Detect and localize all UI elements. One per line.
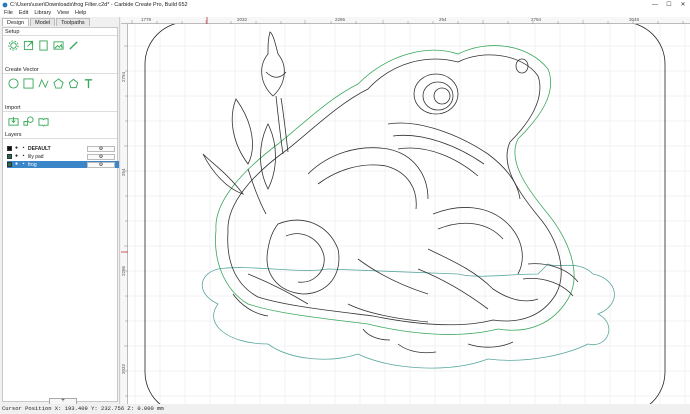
status-bar: Cursor Position X: 193.409 Y: 232.756 Z:… — [0, 404, 690, 414]
pencil-icon[interactable] — [67, 39, 79, 51]
layer-settings-button[interactable]: ⚙ — [87, 161, 115, 168]
ruler-label: 2794 — [121, 71, 126, 82]
menu-library[interactable]: Library — [34, 10, 51, 16]
layer-name: frog — [28, 161, 37, 168]
layer-name: lily pad — [28, 153, 44, 160]
tab-design[interactable]: Design — [2, 18, 30, 26]
frog-outline[interactable] — [215, 45, 575, 335]
menu-help[interactable]: Help — [75, 10, 86, 16]
polyline-icon[interactable] — [37, 77, 49, 89]
layer-color-swatch[interactable] — [7, 154, 12, 159]
window-title: C:\Users\user\Downloads\frog Filter.c2d*… — [10, 1, 188, 8]
lock-icon[interactable]: ▪ — [21, 162, 26, 167]
import-shapes-icon[interactable] — [22, 115, 34, 127]
lock-icon[interactable]: ▪ — [21, 146, 26, 151]
ruler-horizontal: 1778 2032 2286 254 2794 3048 — [121, 17, 690, 24]
tab-toolpaths[interactable]: Toolpaths — [56, 18, 90, 26]
rectangle-icon[interactable] — [22, 77, 34, 89]
eye-icon[interactable]: ● — [14, 154, 19, 159]
ruler-label: 2286 — [121, 265, 126, 276]
ruler-label: 254 — [439, 17, 447, 22]
pentagon-icon[interactable] — [67, 77, 79, 89]
ruler-label: 3048 — [629, 17, 640, 22]
ruler-label: 1778 — [141, 17, 152, 22]
import-title: Import — [3, 105, 117, 112]
minimize-button[interactable]: — — [648, 2, 662, 8]
circle-icon[interactable] — [7, 77, 19, 89]
maximize-button[interactable]: ☐ — [662, 1, 676, 8]
layer-color-swatch[interactable] — [7, 162, 12, 167]
import-file-icon[interactable] — [7, 115, 19, 127]
ruler-label: 254 — [121, 168, 126, 176]
image-icon[interactable] — [52, 39, 64, 51]
eye-icon[interactable]: ● — [14, 162, 19, 167]
layer-row-default[interactable]: ● ▪ DEFAULT ⚙ — [7, 145, 119, 152]
title-bar: C:\Users\user\Downloads\frog Filter.c2d*… — [0, 0, 690, 9]
document-icon[interactable] — [37, 39, 49, 51]
frog-drawing[interactable] — [227, 54, 579, 354]
ruler-label: 2032 — [237, 17, 248, 22]
app-icon — [2, 2, 8, 7]
ruler-label: 2032 — [121, 363, 126, 374]
mode-tabs: Design Model Toolpaths — [0, 17, 119, 26]
design-pane: Setup Create Vector Import Layers ● ▪ DE… — [2, 27, 119, 405]
layer-row-frog[interactable]: ● ▪ frog ⚙ — [7, 161, 119, 168]
ruler-label: 2286 — [335, 17, 346, 22]
create-vector-title: Create Vector — [3, 67, 117, 74]
polygon-icon[interactable] — [52, 77, 64, 89]
layer-row-lily-pad[interactable]: ● ▪ lily pad ⚙ — [7, 153, 119, 160]
design-canvas[interactable] — [128, 24, 690, 404]
create-vector-section: Create Vector — [3, 67, 117, 89]
ruler-ticks-horizontal — [131, 17, 684, 24]
lock-icon[interactable]: ▪ — [21, 154, 26, 159]
ruler-label: 2794 — [531, 17, 542, 22]
menu-edit[interactable]: Edit — [19, 10, 28, 16]
canvas-drawing — [128, 24, 690, 404]
menu-view[interactable]: View — [57, 10, 69, 16]
tab-model[interactable]: Model — [30, 18, 56, 26]
ruler-vertical: 2794 254 2286 2032 — [121, 24, 128, 404]
eye-icon[interactable]: ● — [14, 146, 19, 151]
layers-title: Layers — [3, 132, 117, 139]
import-section: Import — [3, 105, 117, 127]
lily-pad-outline[interactable] — [201, 263, 615, 369]
layers-section: Layers — [3, 132, 117, 139]
setup-section: Setup — [3, 29, 117, 51]
left-panel: Design Model Toolpaths Setup Create Vect… — [0, 17, 120, 405]
close-button[interactable]: ✕ — [676, 1, 690, 8]
layer-settings-button[interactable]: ⚙ — [87, 153, 115, 160]
stock-outline[interactable] — [144, 24, 666, 404]
import-book-icon[interactable] — [37, 115, 49, 127]
lotus-drawing[interactable] — [202, 31, 289, 215]
menu-file[interactable]: File — [4, 10, 13, 16]
text-icon[interactable] — [82, 77, 94, 89]
grid — [128, 24, 690, 404]
resize-icon[interactable] — [22, 39, 34, 51]
layer-color-swatch[interactable] — [7, 146, 12, 151]
job-setup-icon[interactable] — [7, 39, 19, 51]
setup-title: Setup — [3, 29, 117, 36]
menu-bar: File Edit Library View Help — [0, 9, 690, 17]
layer-name: DEFAULT — [28, 145, 51, 152]
layer-settings-button[interactable]: ⚙ — [87, 145, 115, 152]
